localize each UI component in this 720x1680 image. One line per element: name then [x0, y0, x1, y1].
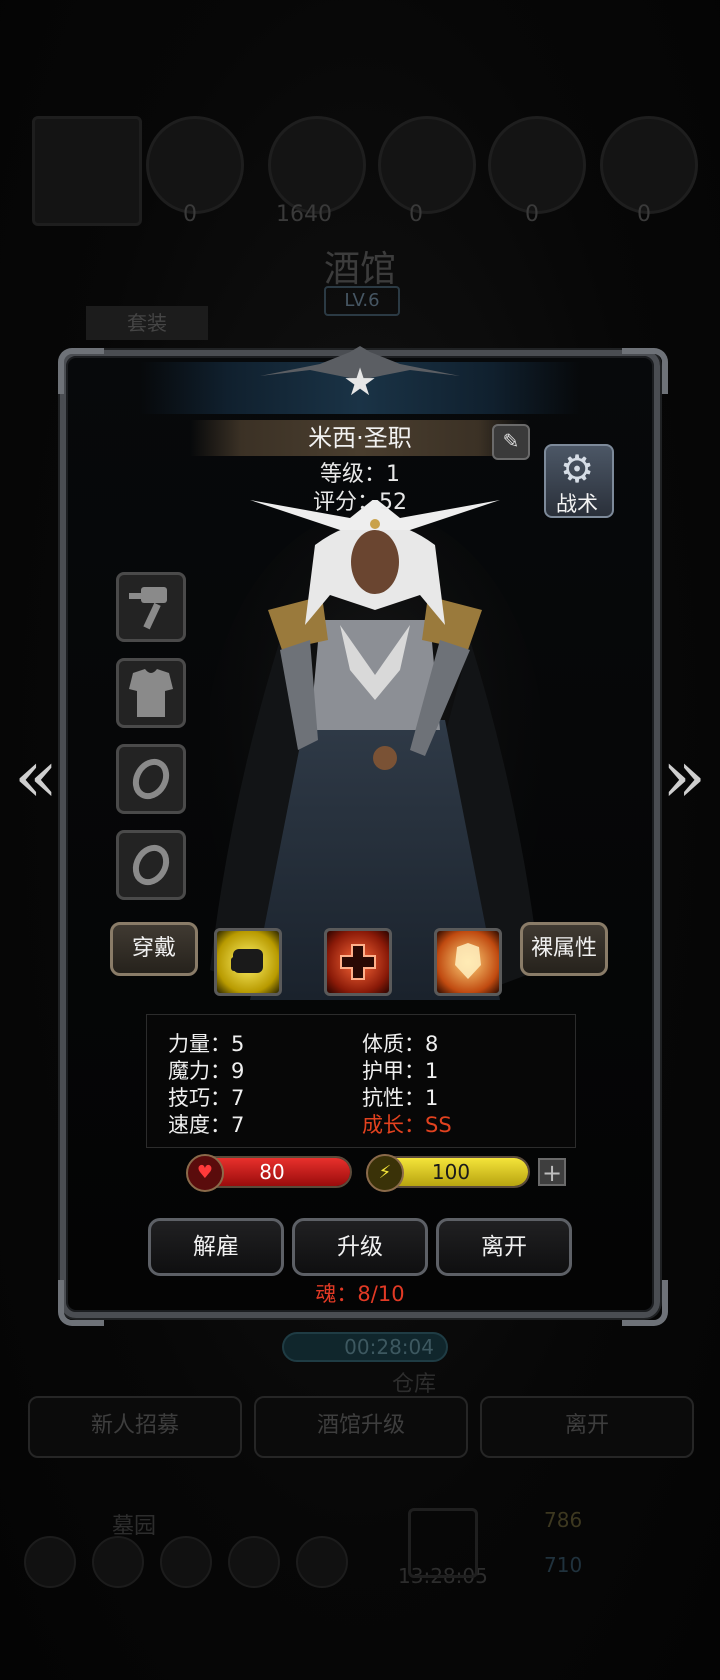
- recruit-button-bg: 新人招募: [28, 1396, 242, 1458]
- recruit-timer: 00:28:04: [282, 1332, 448, 1362]
- armor-slot[interactable]: [116, 658, 186, 728]
- nav-icon: [92, 1536, 144, 1588]
- resource-icon-3: [378, 116, 476, 214]
- dismiss-button[interactable]: 解雇: [148, 1218, 284, 1276]
- ring-slot[interactable]: [116, 744, 186, 814]
- ring-slot[interactable]: [116, 830, 186, 900]
- weapon-slot[interactable]: [116, 572, 186, 642]
- nav-icon: [296, 1536, 348, 1588]
- prev-hero-arrow-icon[interactable]: «: [12, 736, 60, 816]
- resource-icon-4: [488, 116, 586, 214]
- resource-value: 0: [409, 202, 423, 227]
- frame-corner: [622, 348, 668, 394]
- add-energy-button[interactable]: +: [538, 1158, 566, 1186]
- soul-count: 魂：8/10: [315, 1282, 405, 1306]
- armor-buff-icon: [455, 943, 481, 979]
- gold-count: 786: [544, 1508, 583, 1532]
- skill-armor[interactable]: [434, 928, 502, 996]
- stat-magic: 魔力：9: [168, 1059, 245, 1083]
- skill-heal[interactable]: [324, 928, 392, 996]
- stat-growth: 成长：SS: [362, 1113, 452, 1137]
- resource-value: 1640: [276, 202, 332, 227]
- stat-speed: 速度：7: [168, 1113, 245, 1137]
- nav-icon: [160, 1536, 212, 1588]
- leave-button-bg: 离开: [480, 1396, 694, 1458]
- hero-name: 米西·圣职: [190, 420, 530, 456]
- stat-armor: 护甲：1: [362, 1059, 439, 1083]
- hero-score: 评分：52: [313, 490, 407, 515]
- stat-skill: 技巧：7: [168, 1086, 245, 1110]
- resource-value: 0: [637, 202, 651, 227]
- resource-icon-1: [146, 116, 244, 214]
- skill-fist[interactable]: [214, 928, 282, 996]
- tavern-upgrade-button-bg: 酒馆升级: [254, 1396, 468, 1458]
- resource-icon-2: [268, 116, 366, 214]
- stat-strength: 力量：5: [168, 1032, 245, 1056]
- stat-constitution: 体质：8: [362, 1032, 439, 1056]
- gem-count: 710: [544, 1553, 583, 1577]
- gear-icon: ⚙: [559, 447, 595, 491]
- stat-resistance: 抗性：1: [362, 1086, 439, 1110]
- nav-icon: [228, 1536, 280, 1588]
- edit-name-icon[interactable]: ✎: [492, 424, 530, 460]
- warehouse-label: 仓库: [392, 1372, 437, 1397]
- frame-corner: [58, 348, 104, 394]
- bare-attributes-button[interactable]: 裸属性: [520, 922, 608, 976]
- tavern-level: LV.6: [324, 286, 400, 316]
- next-hero-arrow-icon[interactable]: »: [660, 736, 708, 816]
- resource-value: 0: [183, 202, 197, 227]
- ring-icon: [132, 758, 170, 800]
- nav-icon: [24, 1536, 76, 1588]
- star-icon: ★: [342, 360, 378, 404]
- frame-corner: [58, 1280, 104, 1326]
- hammer-icon: [129, 587, 167, 630]
- tactics-label: 战术: [556, 492, 598, 516]
- leave-button[interactable]: 离开: [436, 1218, 572, 1276]
- resource-value: 0: [525, 202, 539, 227]
- cross-icon: [340, 944, 376, 980]
- tavern-title: 酒馆: [323, 249, 396, 290]
- gift-icon: [408, 1508, 478, 1578]
- ring-icon: [132, 844, 170, 886]
- resource-icon-5: [600, 116, 698, 214]
- upgrade-button[interactable]: 升级: [292, 1218, 428, 1276]
- armor-icon: [129, 669, 173, 717]
- fist-icon: [231, 949, 263, 973]
- wear-button[interactable]: 穿戴: [110, 922, 198, 976]
- heart-icon: ♥: [186, 1154, 224, 1192]
- set-tab: 套装: [86, 306, 208, 340]
- frame-corner: [622, 1280, 668, 1326]
- lightning-icon: ⚡: [366, 1154, 404, 1192]
- weapon-slot-bg: [32, 116, 142, 226]
